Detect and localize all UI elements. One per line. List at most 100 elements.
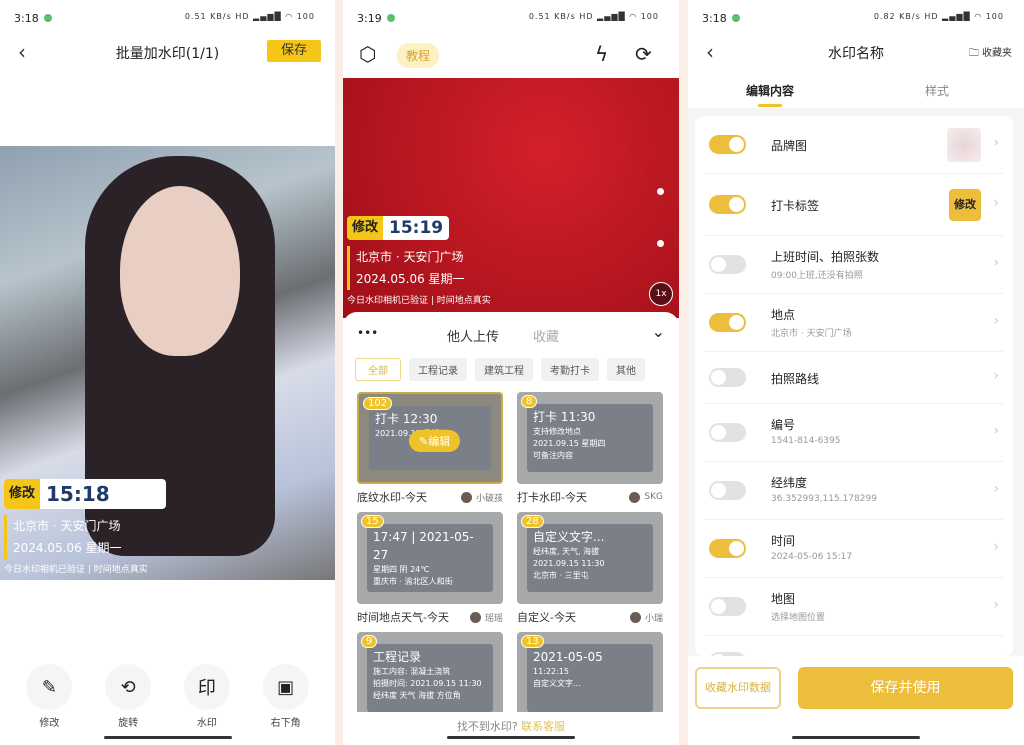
- template-name: 时间地点天气-今天: [357, 611, 449, 624]
- preview-line: 11:22:15: [533, 667, 569, 676]
- field-name: 地点: [771, 308, 796, 322]
- settings-icon[interactable]: ⬡: [359, 42, 376, 66]
- watermark-template-card[interactable]: 8 打卡 11:30 支持修改地点 2021.09.15 星期四 可备注内容 打卡水印-今…: [517, 392, 663, 510]
- template-name: 底纹水印-今天: [357, 491, 427, 504]
- field-row[interactable]: 拍照路线 ›: [705, 352, 1003, 404]
- chevron-right-icon[interactable]: ›: [993, 481, 999, 497]
- contact-support-link[interactable]: 联系客服: [521, 720, 565, 733]
- toggle-switch[interactable]: [709, 539, 746, 558]
- preview-line: 重庆市 · 渝北区人和街: [373, 577, 453, 586]
- watermark-overlay[interactable]: 修改 15:19 北京市 · 天安门广场 2024.05.06 星期一 今日水印相机…: [347, 216, 491, 306]
- tool-corner[interactable]: ▣ 右下角: [256, 664, 316, 729]
- page-dot: [657, 240, 664, 247]
- tab-favorites[interactable]: 收藏: [533, 326, 559, 345]
- tab-others-upload[interactable]: 他人上传: [447, 326, 499, 345]
- home-indicator: [103, 736, 232, 739]
- toggle-switch[interactable]: [709, 255, 746, 274]
- status-time: 3:18: [702, 12, 727, 25]
- template-author: SKG: [629, 491, 663, 503]
- field-row[interactable]: 打卡标签 修改 ›: [705, 174, 1003, 236]
- chevron-right-icon[interactable]: ›: [993, 195, 999, 211]
- template-preview-content: 17:47 | 2021-05-27 星期四 阴 24℃ 重庆市 · 渝北区人和街: [367, 524, 493, 592]
- tool-pencil[interactable]: ✎ 修改: [19, 664, 79, 729]
- status-icons: 0.51 KB/s HD ▂▄▆█ ◠ 100: [184, 12, 315, 21]
- flash-auto-icon[interactable]: ϟ: [595, 42, 608, 66]
- tool-watermark[interactable]: 印水印: [177, 664, 237, 729]
- template-preview[interactable]: 13 2021-05-05 11:22:15 自定义文字...: [517, 632, 663, 724]
- toggle-switch[interactable]: [709, 313, 746, 332]
- chevron-right-icon[interactable]: ›: [993, 313, 999, 329]
- tool-rotate[interactable]: ⟲ 旋转: [98, 664, 158, 729]
- save-button[interactable]: 保存: [267, 40, 321, 62]
- switch-camera-icon[interactable]: ⟳: [635, 42, 652, 66]
- tutorial-button[interactable]: 教程: [397, 43, 440, 68]
- template-preview[interactable]: 15 17:47 | 2021-05-27 星期四 阴 24℃ 重庆市 · 渝北区人和…: [357, 512, 503, 604]
- brand-image-thumbnail[interactable]: [947, 128, 981, 162]
- save-watermark-data-button[interactable]: 收藏水印数据: [695, 667, 781, 709]
- filter-chip[interactable]: 全部: [355, 358, 401, 381]
- toggle-switch[interactable]: [709, 597, 746, 616]
- filter-chip[interactable]: 建筑工程: [475, 358, 533, 381]
- template-meta: 打卡水印-今天 SKG: [517, 484, 663, 510]
- watermark-template-card[interactable]: 28 自定义文字... 经纬度, 天气, 海拔 2021.09.15 11:30 北京市…: [517, 512, 663, 630]
- status-time: 3:18: [14, 12, 39, 25]
- watermark-tag: 修改: [4, 479, 41, 509]
- field-row[interactable]: 经纬度 36.352993,115.178299 ›: [705, 462, 1003, 520]
- preview-line: 2021-05-05: [533, 650, 603, 664]
- camera-viewfinder[interactable]: 修改 15:19 北京市 · 天安门广场 2024.05.06 星期一 今日水印相机…: [343, 78, 679, 318]
- template-author: 小瑞: [629, 611, 663, 624]
- field-row[interactable]: 地点 北京市 · 天安门广场 ›: [705, 294, 1003, 352]
- collapse-chevron-icon[interactable]: ⌄: [652, 322, 665, 341]
- field-name: 地图: [771, 592, 796, 606]
- filter-chip[interactable]: 工程记录: [409, 358, 467, 381]
- author-avatar: [460, 491, 472, 503]
- chevron-right-icon[interactable]: ›: [993, 135, 999, 151]
- chevron-right-icon[interactable]: ›: [993, 597, 999, 613]
- watermark-template-card[interactable]: 9 工程记录 施工内容: 混凝土浇筑 拍摄时间: 2021.09.15 11:30 经纬…: [357, 632, 503, 724]
- field-row[interactable]: 时间 2024-05-06 15:17 ›: [705, 520, 1003, 578]
- toggle-switch[interactable]: [709, 368, 746, 387]
- watermark-template-card[interactable]: 102打卡 12:302021.09.15 星期四✎编辑底纹水印-今天小破孩: [357, 392, 503, 510]
- toggle-switch[interactable]: [709, 481, 746, 500]
- author-name: SKG: [644, 492, 663, 502]
- template-preview[interactable]: 28 自定义文字... 经纬度, 天气, 海拔 2021.09.15 11:30 北京市…: [517, 512, 663, 604]
- template-preview[interactable]: 9 工程记录 施工内容: 混凝土浇筑 拍摄时间: 2021.09.15 11:30 经纬…: [357, 632, 503, 724]
- status-app-icon: [732, 14, 740, 22]
- filter-chip[interactable]: 考勤打卡: [541, 358, 599, 381]
- template-preview-content: 自定义文字... 经纬度, 天气, 海拔 2021.09.15 11:30 北京市 ·…: [527, 524, 653, 592]
- watermark-verify: 今日水印相机已验证 | 时间地点真实: [347, 296, 491, 306]
- tool-label: 水印: [196, 718, 217, 729]
- template-preview[interactable]: 8 打卡 11:30 支持修改地点 2021.09.15 星期四 可备注内容: [517, 392, 663, 484]
- toggle-switch[interactable]: [709, 195, 746, 214]
- save-and-use-button[interactable]: 保存并使用: [798, 667, 1013, 709]
- favorites-button[interactable]: 🗀 收藏夹: [969, 44, 1012, 63]
- watermark-time: 15:18: [46, 482, 110, 506]
- tab-edit-content[interactable]: 编辑内容: [746, 82, 794, 99]
- field-row[interactable]: 编号 1541-814-6395 ›: [705, 404, 1003, 462]
- toggle-switch[interactable]: [709, 423, 746, 442]
- chevron-right-icon[interactable]: ›: [993, 255, 999, 271]
- template-preview[interactable]: 102打卡 12:302021.09.15 星期四✎编辑: [357, 392, 503, 484]
- field-row[interactable]: 地图 选择地图位置 ›: [705, 578, 1003, 636]
- watermark-overlay[interactable]: 修改 15:18 北京市 · 天安门广场 2024.05.06 星期一 今日水印相机…: [4, 479, 166, 575]
- field-value: 36.352993,115.178299: [771, 494, 877, 504]
- zoom-button[interactable]: 1x: [649, 282, 673, 306]
- field-name: 品牌图: [771, 139, 808, 153]
- checkin-tag-preview[interactable]: 修改: [949, 189, 981, 221]
- more-icon[interactable]: •••: [357, 326, 378, 340]
- field-name: 打卡标签: [771, 199, 820, 213]
- field-row[interactable]: 品牌图 ›: [705, 116, 1003, 174]
- status-app-icon: [387, 14, 395, 22]
- preview-line: 自定义文字...: [533, 530, 605, 544]
- chevron-right-icon[interactable]: ›: [993, 368, 999, 384]
- edit-button[interactable]: ✎编辑: [409, 430, 461, 452]
- filter-chip[interactable]: 其他: [607, 358, 645, 381]
- chevron-right-icon[interactable]: ›: [993, 539, 999, 555]
- tab-style[interactable]: 样式: [925, 82, 949, 99]
- chevron-right-icon[interactable]: ›: [993, 423, 999, 439]
- field-row[interactable]: 上班时间、拍照张数 09:00上班,还没有拍照 ›: [705, 236, 1003, 294]
- watermark-template-card[interactable]: 15 17:47 | 2021-05-27 星期四 阴 24℃ 重庆市 · 渝北区人和…: [357, 512, 503, 630]
- toggle-switch[interactable]: [709, 135, 746, 154]
- field-row[interactable]: 二维码›: [705, 636, 1003, 656]
- watermark-template-card[interactable]: 13 2021-05-05 11:22:15 自定义文字...: [517, 632, 663, 724]
